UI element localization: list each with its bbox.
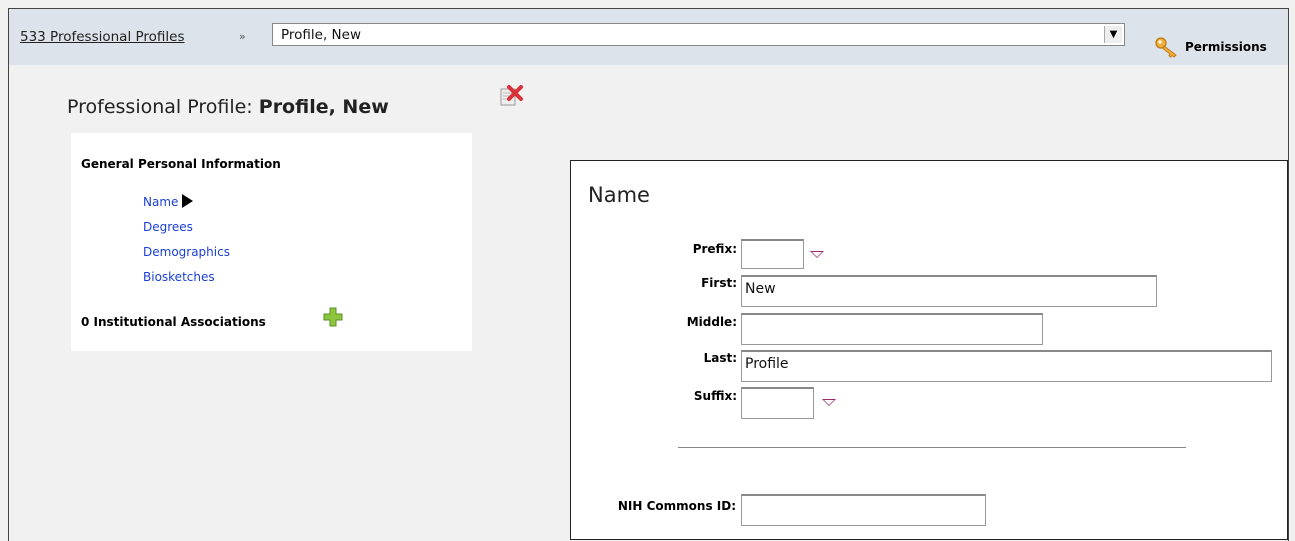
first-label: First:: [701, 276, 737, 290]
sidebar-section-title: General Personal Information: [81, 157, 281, 171]
permissions-label: Permissions: [1185, 40, 1267, 54]
first-name-field[interactable]: New: [741, 275, 1157, 307]
nih-commons-id-field[interactable]: [741, 494, 986, 526]
app-frame: 533 Professional Profiles » Profile, New…: [8, 8, 1289, 541]
middle-name-field[interactable]: [741, 313, 1043, 345]
breadcrumb-separator: »: [239, 30, 246, 43]
prefix-dropdown-arrow-icon[interactable]: [810, 251, 824, 258]
form-title: Name: [588, 183, 650, 207]
sidebar-item-biosketches[interactable]: Biosketches: [143, 270, 215, 284]
top-bar: 533 Professional Profiles » Profile, New…: [9, 9, 1288, 65]
plus-icon[interactable]: [323, 307, 343, 327]
permissions-button[interactable]: Permissions: [1154, 36, 1267, 58]
form-divider: [678, 447, 1186, 448]
prefix-label: Prefix:: [692, 242, 737, 256]
sidebar-item-label: Name: [143, 195, 179, 209]
sidebar-item-demographics[interactable]: Demographics: [143, 245, 230, 259]
delete-icon[interactable]: [499, 85, 523, 107]
sidebar-item-name[interactable]: Name: [143, 194, 194, 209]
page-title-prefix: Professional Profile:: [67, 96, 253, 118]
profile-select-value: Profile, New: [281, 27, 362, 43]
chevron-down-icon[interactable]: ▼: [1104, 26, 1122, 43]
institutional-associations-label: 0 Institutional Associations: [81, 315, 266, 329]
nih-commons-id-label: NIH Commons ID:: [617, 499, 736, 513]
page-title-name: Profile, New: [258, 96, 389, 118]
profile-select[interactable]: Profile, New ▼: [272, 23, 1125, 46]
page-title: Professional Profile: Profile, New: [67, 96, 389, 118]
name-form-panel: Name Prefix: First: New Middle: Last: Pr…: [570, 160, 1288, 540]
suffix-label: Suffix:: [693, 389, 737, 403]
last-label: Last:: [703, 351, 737, 365]
sidebar-item-degrees[interactable]: Degrees: [143, 220, 193, 234]
last-name-field[interactable]: Profile: [741, 350, 1272, 382]
suffix-dropdown-arrow-icon[interactable]: [822, 399, 836, 406]
prefix-select[interactable]: [741, 239, 804, 269]
middle-label: Middle:: [686, 315, 737, 329]
breadcrumb-profiles-link[interactable]: 533 Professional Profiles: [20, 29, 185, 45]
key-icon: [1155, 37, 1177, 58]
sidebar-panel: General Personal Information Name Degree…: [71, 133, 472, 351]
arrow-right-icon: [182, 194, 194, 208]
suffix-select[interactable]: [741, 387, 814, 419]
